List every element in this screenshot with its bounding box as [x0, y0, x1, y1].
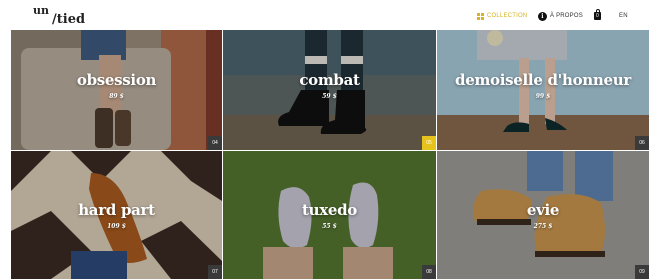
product-tile-combat[interactable]: combat 59 $ 05 — [223, 30, 436, 150]
product-tile-obsession[interactable]: obsession 89 $ 04 — [11, 30, 222, 150]
cart-count: 0 — [596, 13, 599, 19]
nav-apropos-link[interactable]: i À PROPOS — [538, 10, 583, 22]
tile-overlay — [437, 30, 649, 150]
nav-language-label: EN — [619, 13, 628, 19]
logo-bottom-text: /tied — [52, 12, 86, 27]
product-tile-demoiselle-honneur[interactable]: demoiselle d'honneur 99 $ 06 — [437, 30, 649, 150]
product-name: tuxedo — [301, 201, 357, 219]
product-tile-hard-part[interactable]: hard part 109 $ 07 — [11, 151, 222, 279]
product-price: 89 $ — [109, 93, 124, 100]
product-name: obsession — [76, 71, 157, 89]
product-tile-evie[interactable]: evie 275 $ 09 — [437, 151, 649, 279]
product-grid: obsession 89 $ 04 combat 59 $ 05 demoise… — [11, 30, 649, 279]
product-tile-tuxedo[interactable]: tuxedo 55 $ 08 — [223, 151, 436, 279]
product-number-badge: 07 — [208, 265, 222, 279]
product-number-badge: 09 — [635, 265, 649, 279]
nav-apropos-label: À PROPOS — [550, 13, 583, 19]
info-icon: i — [538, 11, 547, 21]
product-name: combat — [299, 71, 360, 89]
product-price: 99 $ — [535, 93, 551, 100]
product-name: demoiselle d'honneur — [455, 71, 631, 89]
logo-top-text: un — [33, 4, 49, 17]
nav-collection-link[interactable]: COLLECTION — [477, 10, 527, 22]
grid-icon — [477, 12, 484, 20]
site-header: un /tied COLLECTION i À PROPOS 0 EN — [0, 0, 649, 30]
product-price: 55 $ — [322, 223, 337, 230]
product-number-badge: 04 — [208, 136, 222, 150]
product-price: 59 $ — [322, 93, 337, 100]
product-price: 109 $ — [107, 223, 126, 230]
nav-cart-button[interactable]: 0 — [594, 9, 601, 22]
product-name: hard part — [78, 201, 155, 219]
product-number-badge: 06 — [635, 136, 649, 150]
bag-icon: 0 — [594, 9, 601, 20]
product-name: evie — [526, 201, 560, 219]
nav-language-switch[interactable]: EN — [619, 10, 628, 22]
nav-collection-label: COLLECTION — [487, 13, 528, 19]
tile-overlay — [11, 30, 222, 150]
tile-overlay — [223, 30, 436, 150]
product-number-badge: 08 — [422, 265, 436, 279]
product-number-badge: 05 — [422, 136, 436, 150]
product-price: 275 $ — [533, 223, 553, 230]
